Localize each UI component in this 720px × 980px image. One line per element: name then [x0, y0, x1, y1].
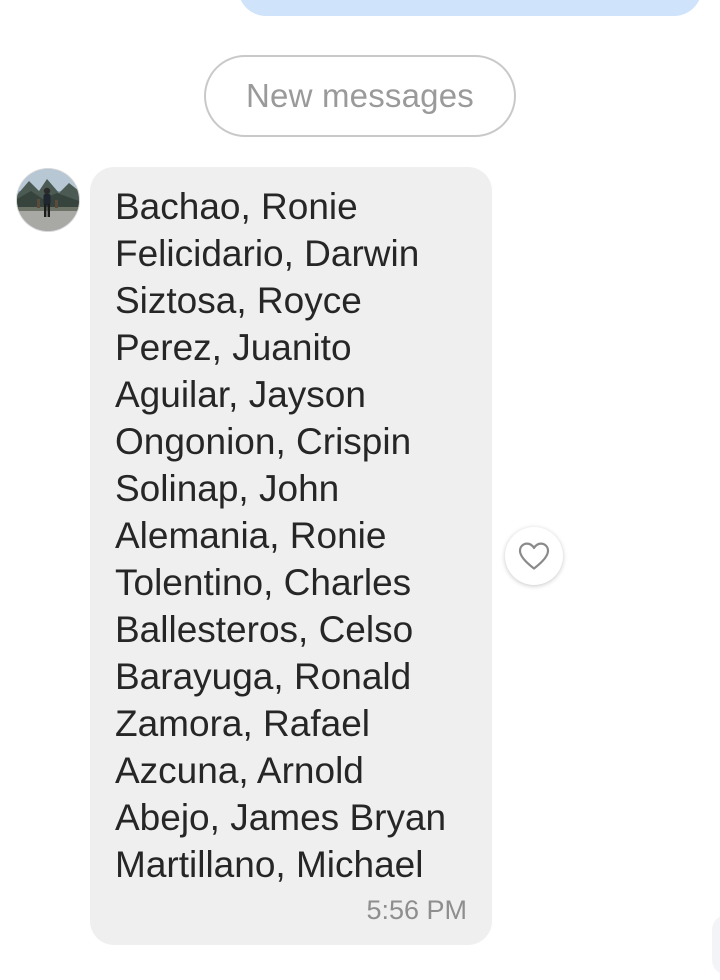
message-line: Barayuga, Ronald	[115, 656, 412, 697]
message-text: Bachao, Ronie Felicidario, Darwin Siztos…	[115, 183, 446, 888]
previous-sent-message-bubble[interactable]	[238, 0, 702, 16]
avatar-photo	[17, 169, 79, 231]
message-line: Zamora, Rafael	[115, 703, 370, 744]
message-line: Perez, Juanito	[115, 327, 352, 368]
message-line: Solinap, John	[115, 468, 340, 509]
message-line: Aguilar, Jayson	[115, 374, 366, 415]
message-line: Azcuna, Arnold	[115, 750, 364, 791]
message-line: Abejo, James Bryan	[115, 797, 447, 838]
received-message-bubble[interactable]: Bachao, Ronie Felicidario, Darwin Siztos…	[90, 167, 492, 945]
message-line: Ballesteros, Celso	[115, 609, 414, 650]
new-messages-label: New messages	[246, 77, 474, 114]
message-line: Alemania, Ronie	[115, 515, 387, 556]
message-timestamp: 5:56 PM	[366, 895, 467, 925]
new-messages-button[interactable]: New messages	[204, 55, 516, 137]
message-line: Ongonion, Crispin	[115, 421, 412, 462]
message-line: Siztosa, Royce	[115, 280, 362, 321]
sender-avatar[interactable]	[17, 169, 79, 231]
message-line: Martillano, Michael	[115, 844, 424, 885]
message-line: Bachao, Ronie	[115, 186, 358, 227]
message-line: Tolentino, Charles	[115, 562, 412, 603]
heart-outline-icon	[518, 542, 550, 570]
like-message-button[interactable]	[505, 527, 563, 585]
message-line: Felicidario, Darwin	[115, 233, 420, 274]
scroll-indicator[interactable]	[712, 915, 720, 975]
